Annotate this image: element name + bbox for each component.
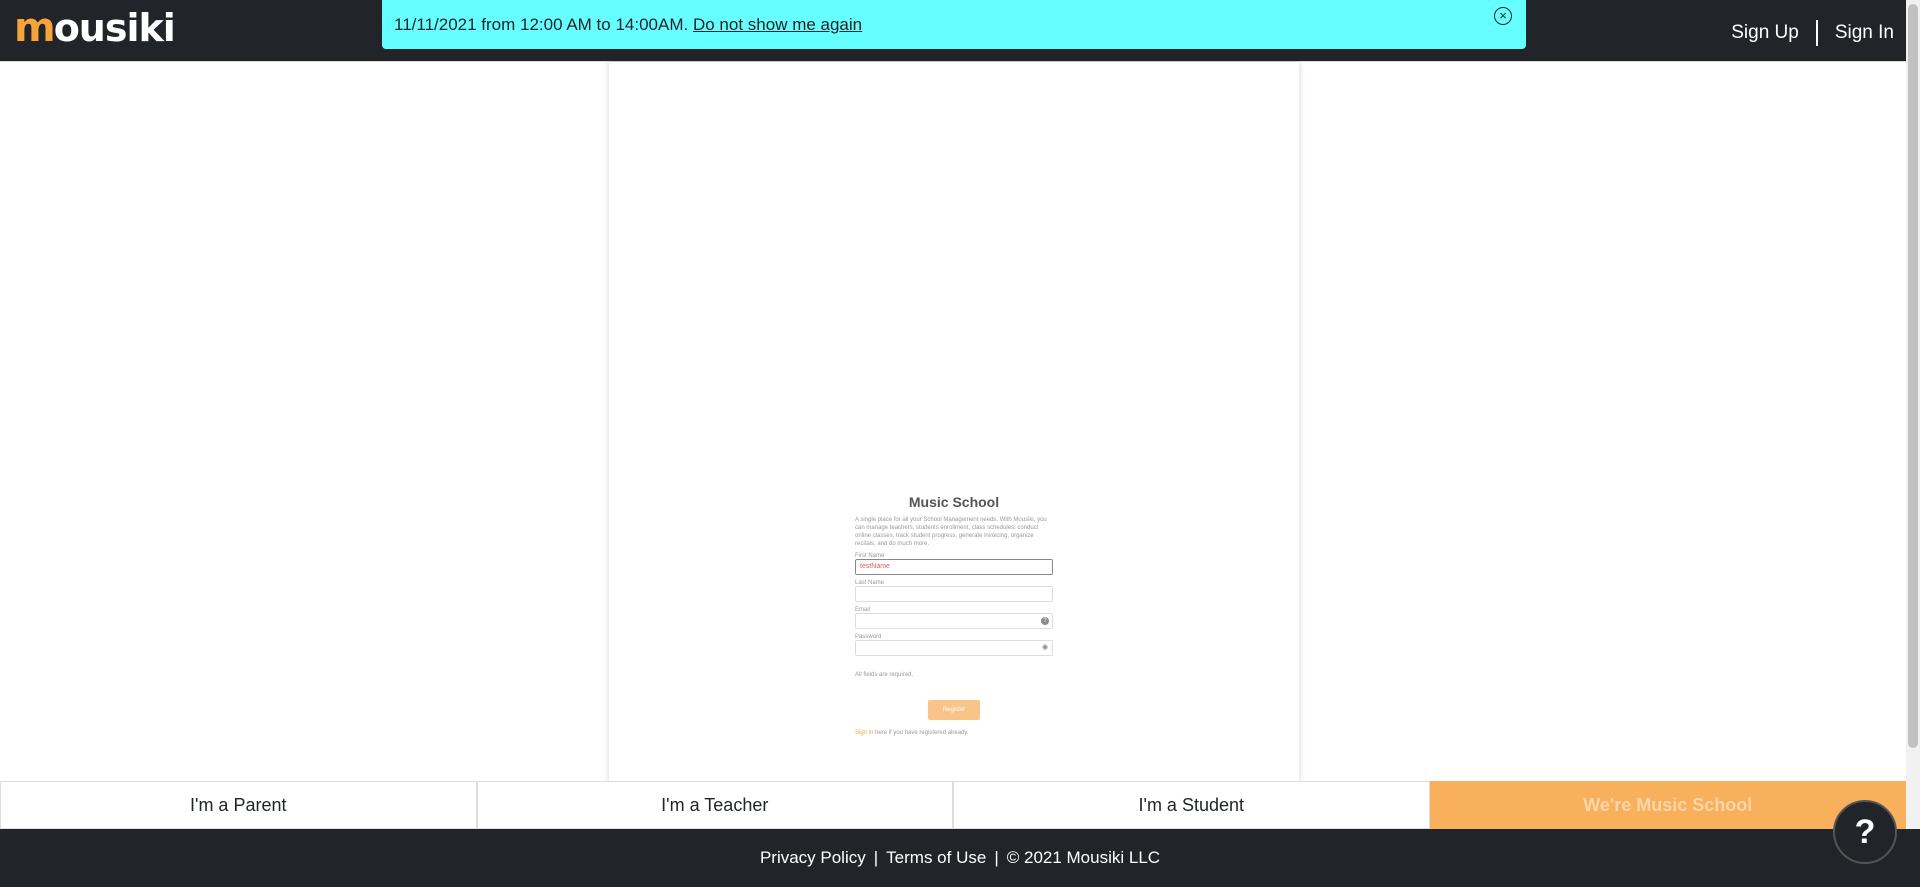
signin-link[interactable]: Sign in bbox=[855, 730, 873, 736]
do-not-show-again-link[interactable]: Do not show me again bbox=[693, 15, 862, 34]
register-button[interactable]: Register bbox=[928, 700, 980, 720]
footer-separator: | bbox=[994, 848, 999, 867]
footer: Privacy Policy | Terms of Use | © 2021 M… bbox=[0, 829, 1920, 887]
terms-of-use-link[interactable]: Terms of Use bbox=[886, 848, 986, 868]
logo-text: ousiki bbox=[53, 6, 176, 50]
close-icon[interactable]: × bbox=[1494, 7, 1512, 25]
music-school-preview: Music School A single place for all your… bbox=[609, 62, 1299, 782]
top-navbar: m ousiki 11/11/2021 from 12:00 AM to 14:… bbox=[0, 0, 1920, 62]
eye-icon[interactable]: ◉ bbox=[1041, 644, 1049, 652]
first-name-value: testName bbox=[860, 563, 890, 570]
tab-teacher[interactable]: I'm a Teacher bbox=[476, 781, 953, 829]
notice-text: 11/11/2021 from 12:00 AM to 14:00AM. bbox=[394, 15, 689, 34]
registration-form-preview: Music School A single place for all your… bbox=[855, 494, 1053, 736]
logo-initial: m bbox=[14, 5, 56, 51]
maintenance-notice: 11/11/2021 from 12:00 AM to 14:00AM. Do … bbox=[382, 0, 1526, 49]
form-title: Music School bbox=[908, 494, 1000, 510]
sign-up-link[interactable]: Sign Up bbox=[1731, 22, 1799, 44]
sign-in-link[interactable]: Sign In bbox=[1835, 22, 1894, 44]
signin-note-text: here if you have registered already. bbox=[875, 730, 969, 736]
signin-note: Sign in here if you have registered alre… bbox=[855, 730, 1053, 736]
form-description: A single place for all your School Manag… bbox=[855, 517, 1047, 547]
mousiki-logo[interactable]: m ousiki bbox=[14, 5, 176, 51]
auth-divider bbox=[1815, 20, 1818, 46]
tab-parent[interactable]: I'm a Parent bbox=[0, 781, 477, 829]
scrollbar-thumb[interactable] bbox=[1908, 4, 1918, 748]
privacy-policy-link[interactable]: Privacy Policy bbox=[760, 848, 866, 868]
copyright-text: © 2021 Mousiki LLC bbox=[1006, 848, 1161, 867]
footer-separator: | bbox=[873, 848, 879, 867]
email-field[interactable]: ? bbox=[855, 613, 1053, 629]
auth-links: Sign Up Sign In bbox=[1731, 20, 1894, 46]
first-name-field[interactable]: testName bbox=[855, 559, 1053, 575]
tab-student[interactable]: I'm a Student bbox=[953, 781, 1430, 829]
help-button[interactable]: ? bbox=[1833, 800, 1897, 864]
question-icon[interactable]: ? bbox=[1041, 617, 1049, 625]
page-scrollbar[interactable] bbox=[1906, 0, 1920, 887]
notice-message: 11/11/2021 from 12:00 AM to 14:00AM. Do … bbox=[394, 15, 862, 35]
role-tabs: I'm a Parent I'm a Teacher I'm a Student… bbox=[0, 781, 1906, 829]
last-name-field[interactable] bbox=[855, 586, 1053, 602]
password-field[interactable]: ◉ bbox=[855, 640, 1053, 656]
required-note: All fields are required. bbox=[855, 672, 914, 678]
